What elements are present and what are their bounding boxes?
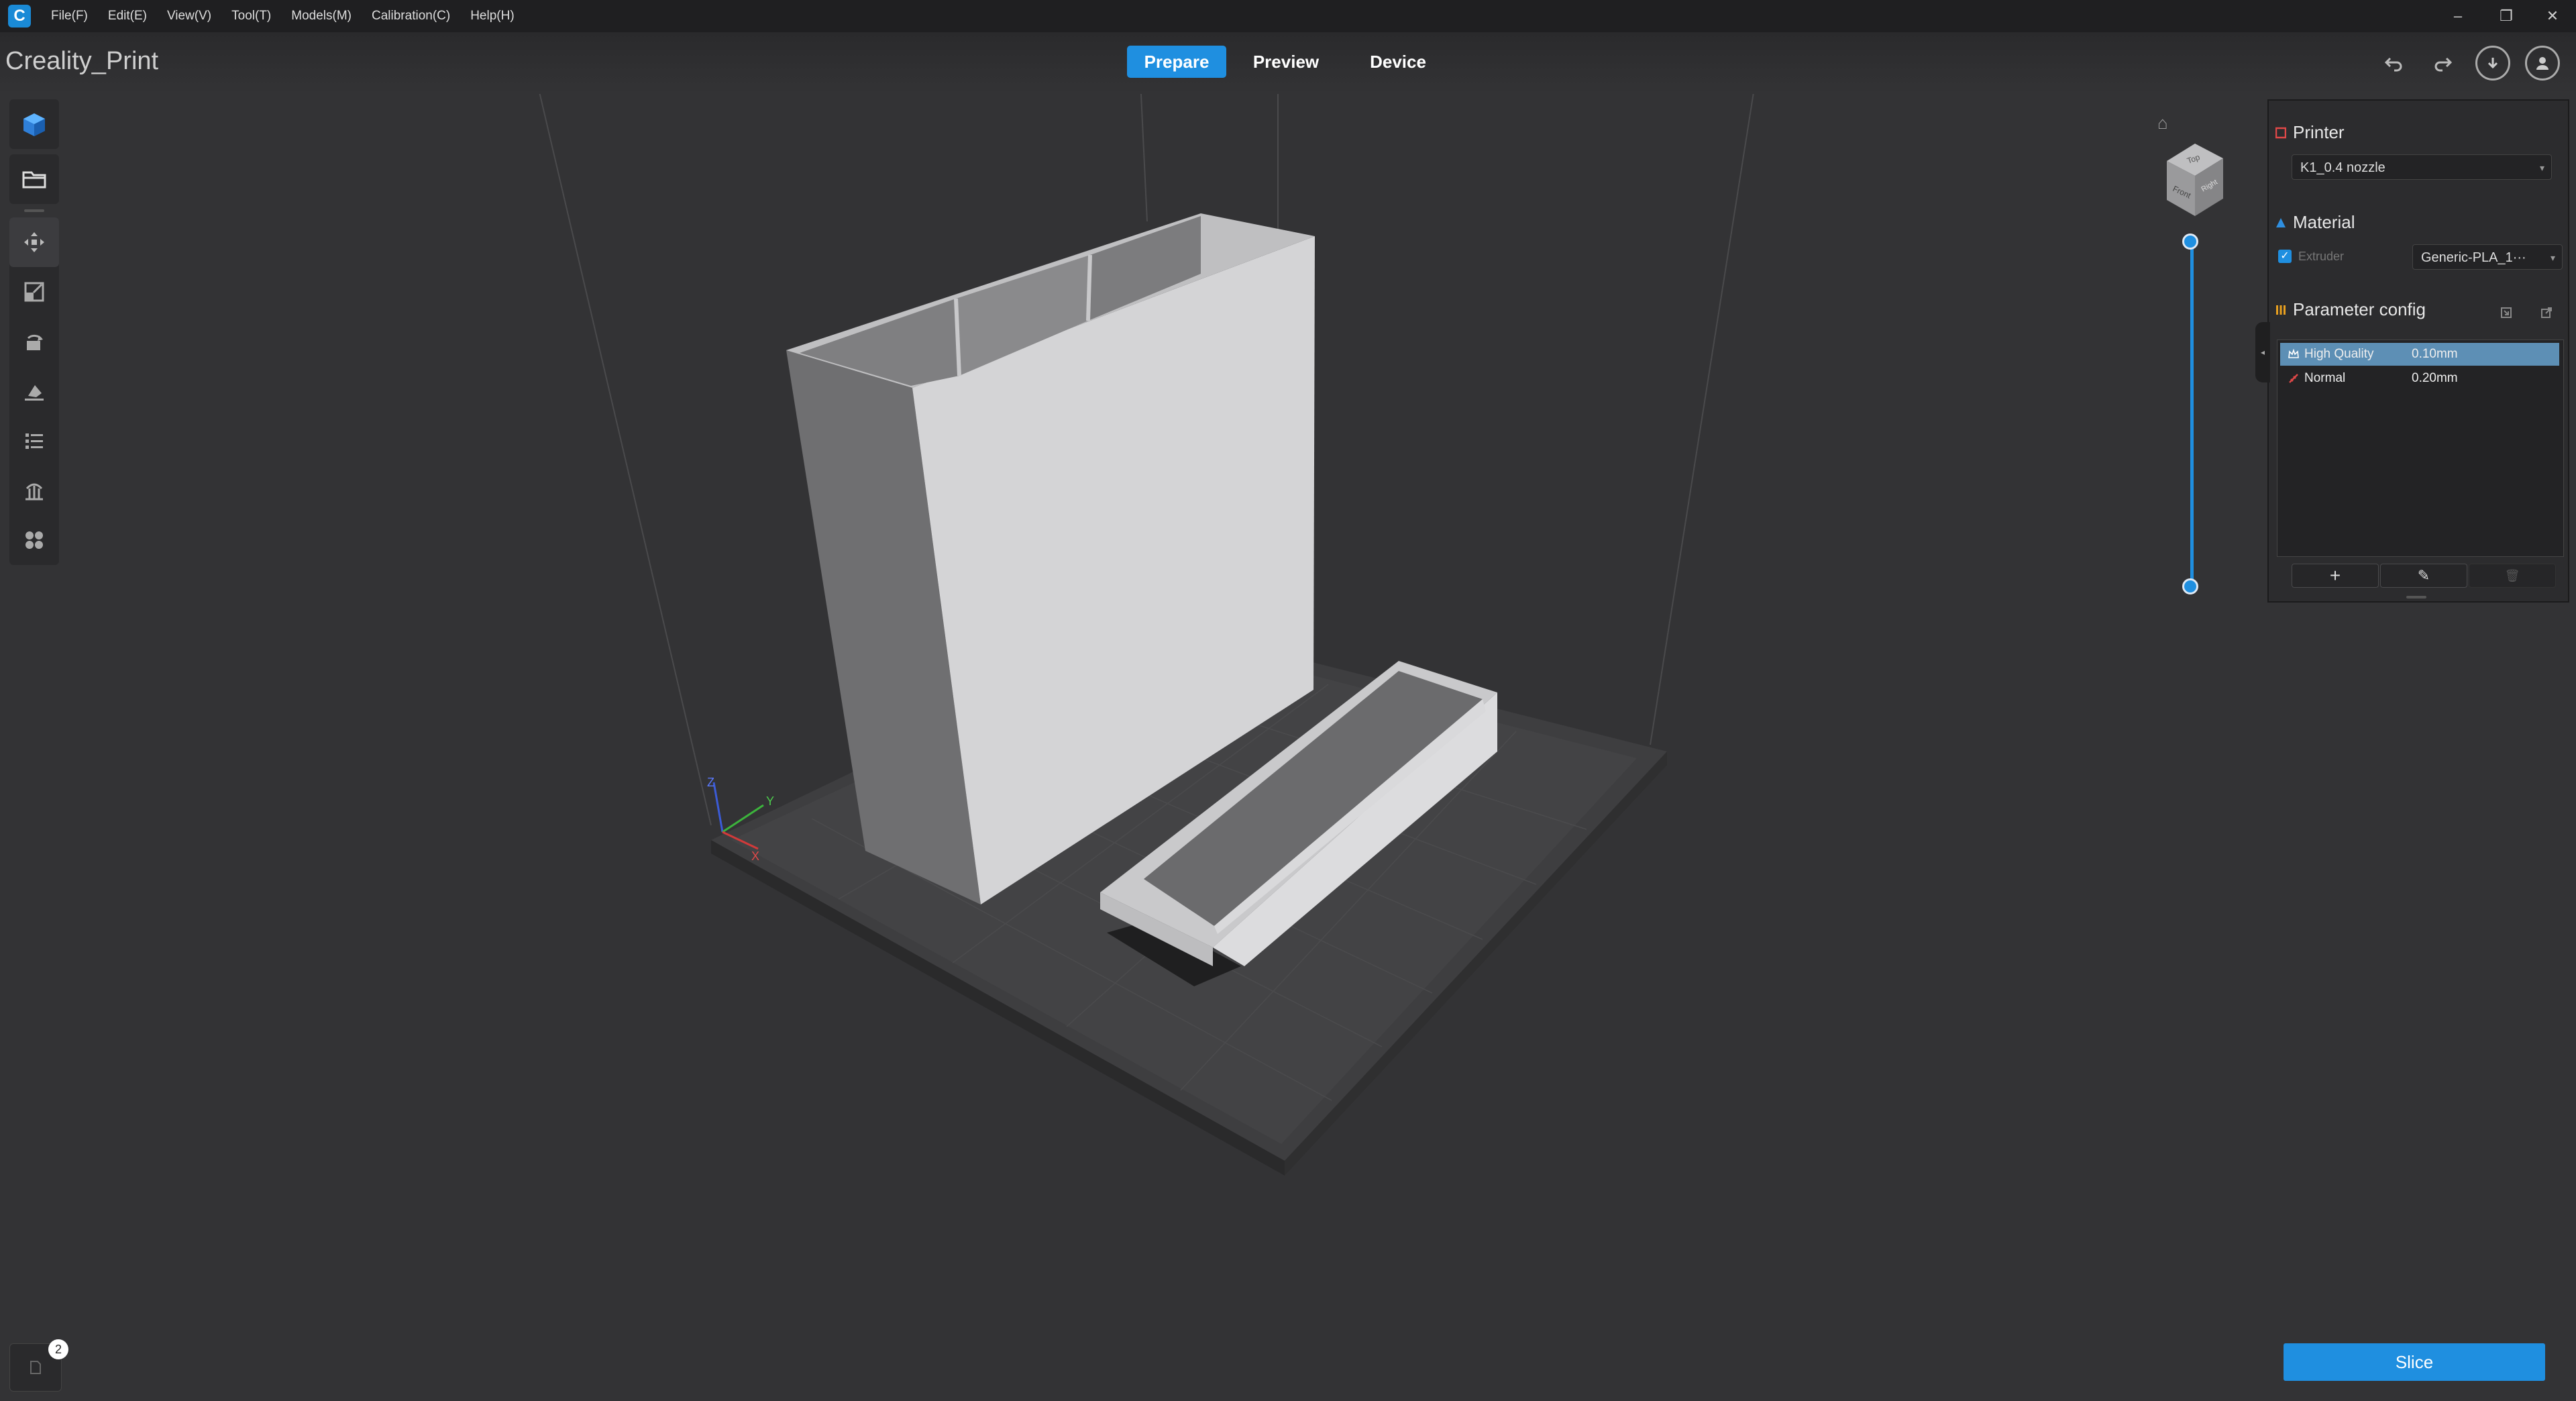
menu-calibration[interactable]: Calibration(C) xyxy=(372,9,450,23)
redo-icon[interactable] xyxy=(2424,44,2462,82)
material-selected-value: Generic-PLA_1··· xyxy=(2421,250,2526,265)
restore-button[interactable]: ❐ xyxy=(2486,4,2526,28)
printer-icon xyxy=(2275,127,2286,138)
download-icon[interactable] xyxy=(2474,44,2512,82)
settings-panel: Printer K1_0.4 nozzle ▾ Material ✓ Extru… xyxy=(2267,99,2569,603)
material-select[interactable]: Generic-PLA_1··· ▾ xyxy=(2412,244,2563,270)
open-folder-icon[interactable] xyxy=(9,154,59,204)
undo-icon[interactable] xyxy=(2375,44,2412,82)
extruder-checkbox[interactable]: ✓ xyxy=(2278,250,2292,263)
printer-select[interactable]: K1_0.4 nozzle ▾ xyxy=(2292,154,2552,180)
export-config-icon[interactable] xyxy=(2540,306,2553,319)
account-icon[interactable] xyxy=(2524,44,2561,82)
edit-profile-button[interactable]: ✎ xyxy=(2380,564,2467,588)
add-model-icon[interactable] xyxy=(9,99,59,149)
layer-slider-bottom-handle[interactable] xyxy=(2182,578,2198,594)
toolbar-divider xyxy=(24,209,44,212)
model-list-icon[interactable] xyxy=(9,416,59,466)
layer-slider-track[interactable] xyxy=(2190,242,2194,588)
profile-layer-height: 0.10mm xyxy=(2412,347,2458,361)
layer-slider-top-handle[interactable] xyxy=(2182,234,2198,250)
menu-bar: C File(F) Edit(E) View(V) Tool(T) Models… xyxy=(0,0,2576,32)
printer-selected-value: K1_0.4 nozzle xyxy=(2300,160,2385,175)
project-title: Creality_Print xyxy=(5,47,159,75)
material-icon xyxy=(2276,217,2286,227)
printer-title: Printer xyxy=(2293,122,2345,142)
tab-prepare[interactable]: Prepare xyxy=(1127,46,1226,78)
parameter-config-header: Parameter config xyxy=(2275,299,2426,320)
parameter-profile-list: High Quality 0.10mm Normal 0.20mm xyxy=(2277,340,2564,557)
material-title: Material xyxy=(2293,212,2355,232)
collapse-panel-button[interactable]: ◂ xyxy=(2255,322,2270,382)
move-icon[interactable] xyxy=(9,217,59,267)
menu-models[interactable]: Models(M) xyxy=(291,9,352,23)
view-cube[interactable]: Top Front Right xyxy=(2147,134,2234,228)
tab-preview[interactable]: Preview xyxy=(1236,46,1336,78)
support-icon[interactable] xyxy=(9,466,59,515)
printer-section-header: Printer xyxy=(2275,122,2345,143)
lay-flat-icon[interactable] xyxy=(9,366,59,416)
profile-name: High Quality xyxy=(2304,347,2374,361)
rotate-icon[interactable] xyxy=(9,317,59,366)
panel-resize-handle[interactable] xyxy=(2406,596,2426,599)
scale-icon[interactable] xyxy=(9,267,59,317)
creality-logo-icon: C xyxy=(8,5,31,28)
parameter-config-title: Parameter config xyxy=(2293,299,2426,319)
parameter-config-icon xyxy=(2276,305,2286,315)
slice-button[interactable]: Slice xyxy=(2284,1343,2545,1381)
document-icon xyxy=(30,1361,41,1374)
material-section-header: Material xyxy=(2275,212,2355,233)
axis-y-label: Y xyxy=(766,794,774,808)
menu-tool[interactable]: Tool(T) xyxy=(231,9,271,23)
menu-edit[interactable]: Edit(E) xyxy=(108,9,147,23)
delete-profile-button[interactable]: 🗑 xyxy=(2469,564,2556,588)
profile-row-normal[interactable]: Normal 0.20mm xyxy=(2280,367,2559,390)
speed-icon xyxy=(2289,374,2298,383)
chevron-down-icon: ▾ xyxy=(2539,162,2544,173)
profile-name: Normal xyxy=(2304,371,2346,385)
profile-layer-height: 0.20mm xyxy=(2412,371,2458,385)
crown-icon xyxy=(2288,349,2299,358)
menu-file[interactable]: File(F) xyxy=(51,9,88,23)
axis-x-label: X xyxy=(751,849,759,863)
close-button[interactable]: ✕ xyxy=(2532,4,2573,28)
menu-view[interactable]: View(V) xyxy=(167,9,211,23)
chevron-down-icon: ▾ xyxy=(2550,252,2555,263)
minimize-button[interactable]: – xyxy=(2438,4,2478,28)
extruder-label: Extruder xyxy=(2298,250,2345,263)
tab-device[interactable]: Device xyxy=(1348,46,1448,78)
menu-help[interactable]: Help(H) xyxy=(470,9,514,23)
left-toolbar xyxy=(9,99,59,570)
home-view-icon[interactable]: ⌂ xyxy=(2157,113,2168,134)
notification-count-badge: 2 xyxy=(48,1339,68,1359)
import-config-icon[interactable] xyxy=(2500,306,2513,319)
add-profile-button[interactable]: + xyxy=(2292,564,2379,588)
axis-z-label: Z xyxy=(707,776,714,789)
profile-row-high-quality[interactable]: High Quality 0.10mm xyxy=(2280,343,2559,366)
arrange-icon[interactable] xyxy=(9,515,59,565)
